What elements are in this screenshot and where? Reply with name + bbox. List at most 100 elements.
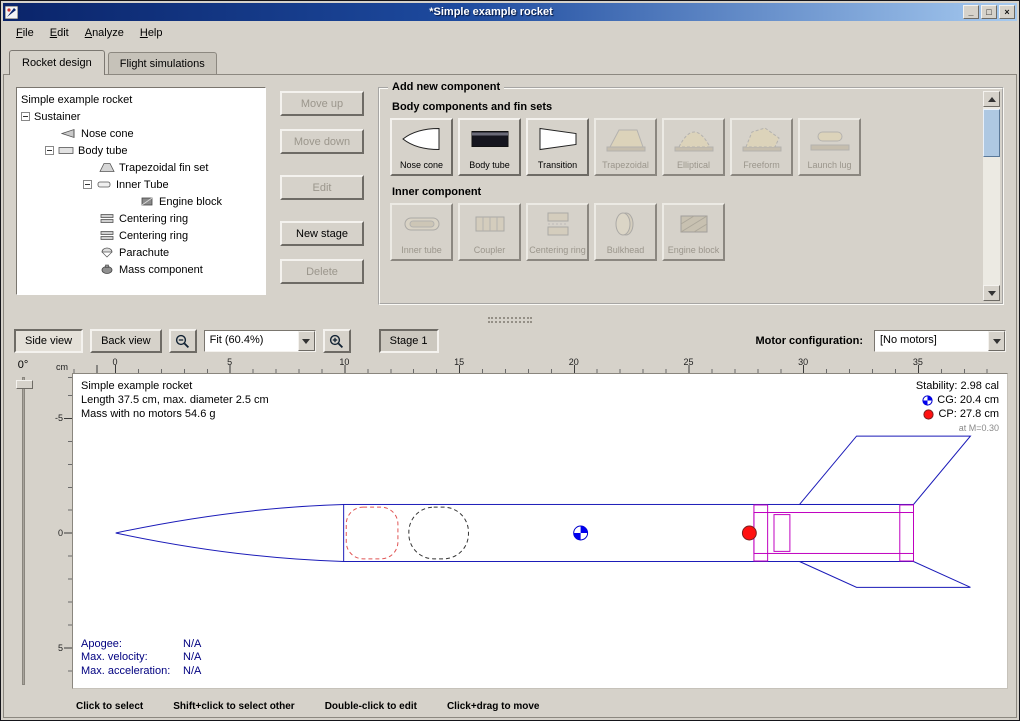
- tree-item-label: Trapezoidal fin set: [119, 162, 208, 174]
- parachute-shape[interactable]: [346, 507, 398, 559]
- tree-item-mass-component[interactable]: Mass component: [17, 261, 265, 278]
- rocket-view-area: 0° cm 0 5 10 15 20 25 30 35 -5 0 5: [4, 357, 1016, 695]
- tab-strip: Rocket design Flight simulations: [3, 45, 1017, 74]
- ruler-tick-label: 25: [683, 357, 693, 367]
- add-component-group: Add new component Body components and fi…: [378, 87, 1004, 305]
- centering-ring-rear-shape[interactable]: [900, 505, 914, 561]
- menu-analyze[interactable]: Analyze: [78, 24, 131, 42]
- add-freeform-fin-button: Freeform: [730, 118, 793, 176]
- nose-cone-shape[interactable]: [116, 504, 344, 561]
- add-transition-button[interactable]: Transition: [526, 118, 589, 176]
- apogee-value: N/A: [183, 638, 201, 652]
- collapse-handle-icon[interactable]: [83, 180, 92, 189]
- cp-icon: [923, 409, 934, 420]
- add-bulkhead-button: Bulkhead: [594, 203, 657, 261]
- tree-item-label: Simple example rocket: [21, 94, 132, 106]
- add-trapezoidal-fin-button: Trapezoidal: [594, 118, 657, 176]
- move-up-button: Move up: [280, 91, 364, 116]
- chevron-down-icon[interactable]: [988, 331, 1005, 351]
- tree-item-rocket[interactable]: Simple example rocket: [17, 91, 265, 108]
- panel-splitter[interactable]: [4, 315, 1016, 325]
- scrollbar-thumb[interactable]: [983, 109, 1000, 157]
- menu-bar: File Edit Analyze Help: [3, 21, 1017, 45]
- fin-lower-shape[interactable]: [800, 562, 971, 588]
- collapse-handle-icon[interactable]: [21, 112, 30, 121]
- tree-item-fin-set[interactable]: Trapezoidal fin set: [17, 159, 265, 176]
- inner-components-row: Inner tube Coupler Centering ring Bulkhe…: [390, 203, 978, 261]
- back-view-button[interactable]: Back view: [90, 329, 162, 353]
- close-button[interactable]: ×: [999, 5, 1015, 19]
- rotation-slider-handle[interactable]: [16, 380, 33, 389]
- max-acceleration-value: N/A: [183, 665, 201, 679]
- motor-configuration-label: Motor configuration:: [755, 335, 863, 347]
- nose-cone-icon: [61, 128, 77, 139]
- menu-help[interactable]: Help: [133, 24, 170, 42]
- rocket-canvas[interactable]: Simple example rocket Length 37.5 cm, ma…: [72, 373, 1008, 689]
- hint-double-click: Double-click to edit: [325, 701, 417, 712]
- menu-file[interactable]: File: [9, 24, 41, 42]
- minimize-button[interactable]: _: [963, 5, 979, 19]
- tree-item-label: Engine block: [159, 196, 222, 208]
- title-bar[interactable]: *Simple example rocket _ □ ×: [3, 3, 1017, 21]
- tree-item-engine-block[interactable]: Engine block: [17, 193, 265, 210]
- add-nose-cone-button[interactable]: Nose cone: [390, 118, 453, 176]
- component-tree: Simple example rocket Sustainer Nose con…: [16, 87, 266, 295]
- tree-item-centering-ring-2[interactable]: Centering ring: [17, 227, 265, 244]
- rocket-mass: Mass with no motors 54.6 g: [81, 407, 269, 421]
- tree-item-parachute[interactable]: Parachute: [17, 244, 265, 261]
- launch-lug-icon: [808, 125, 852, 153]
- body-tube-shape[interactable]: [344, 504, 914, 561]
- zoom-out-button[interactable]: [169, 329, 197, 353]
- inner-tube-icon: [400, 210, 444, 238]
- add-body-tube-button[interactable]: Body tube: [458, 118, 521, 176]
- tree-item-nose-cone[interactable]: Nose cone: [17, 125, 265, 142]
- zoom-out-icon: [175, 334, 190, 349]
- max-velocity-label: Max. velocity:: [81, 651, 183, 665]
- stage-1-toggle[interactable]: Stage 1: [379, 329, 439, 353]
- rocket-drawing: [73, 374, 1007, 688]
- chevron-down-icon[interactable]: [298, 331, 315, 351]
- body-components-section-title: Body components and fin sets: [392, 101, 978, 113]
- engine-block-icon: [672, 210, 716, 238]
- tree-item-body-tube[interactable]: Body tube: [17, 142, 265, 159]
- rotation-slider[interactable]: [22, 377, 25, 685]
- tab-flight-simulations[interactable]: Flight simulations: [108, 52, 217, 74]
- tree-item-sustainer[interactable]: Sustainer: [17, 108, 265, 125]
- component-scrollbar[interactable]: [983, 91, 1000, 301]
- ruler-tick-label: 10: [339, 357, 349, 367]
- move-down-button: Move down: [280, 129, 364, 154]
- scroll-down-icon[interactable]: [983, 285, 1000, 301]
- tree-item-centering-ring-1[interactable]: Centering ring: [17, 210, 265, 227]
- ruler-tick-label: 0: [112, 357, 117, 367]
- zoom-level-value: Fit (60.4%): [205, 331, 298, 351]
- body-tube-icon: [468, 125, 512, 153]
- collapse-handle-icon[interactable]: [45, 146, 54, 155]
- scroll-up-icon[interactable]: [983, 91, 1000, 107]
- new-stage-button[interactable]: New stage: [280, 221, 364, 246]
- window-icon[interactable]: [5, 6, 18, 19]
- inner-tube-shape[interactable]: [754, 513, 914, 554]
- ruler-tick-label: 15: [454, 357, 464, 367]
- tree-item-inner-tube[interactable]: Inner Tube: [17, 176, 265, 193]
- menu-edit[interactable]: Edit: [43, 24, 76, 42]
- engine-block-icon: [139, 196, 155, 207]
- apogee-label: Apogee:: [81, 638, 183, 652]
- bulkhead-icon: [604, 210, 648, 238]
- zoom-level-select[interactable]: Fit (60.4%): [204, 330, 316, 352]
- nose-cone-icon: [400, 125, 444, 153]
- maximize-button[interactable]: □: [981, 5, 997, 19]
- engine-block-shape[interactable]: [774, 515, 790, 552]
- tree-actions: Move up Move down Edit New stage Delete: [272, 75, 372, 315]
- tab-rocket-design[interactable]: Rocket design: [9, 50, 105, 75]
- motor-configuration-select[interactable]: [No motors]: [874, 330, 1006, 352]
- view-toolbar: Side view Back view Fit (60.4%) Stage 1 …: [4, 325, 1016, 357]
- cg-marker: [574, 526, 588, 540]
- side-view-button[interactable]: Side view: [14, 329, 83, 353]
- zoom-in-button[interactable]: [323, 329, 351, 353]
- mass-component-shape[interactable]: [409, 507, 469, 559]
- inner-component-section-title: Inner component: [392, 186, 978, 198]
- cp-marker: [742, 526, 756, 540]
- rocket-dimensions: Length 37.5 cm, max. diameter 2.5 cm: [81, 393, 269, 407]
- fin-upper-shape[interactable]: [800, 436, 971, 504]
- inner-tube-icon: [96, 179, 112, 190]
